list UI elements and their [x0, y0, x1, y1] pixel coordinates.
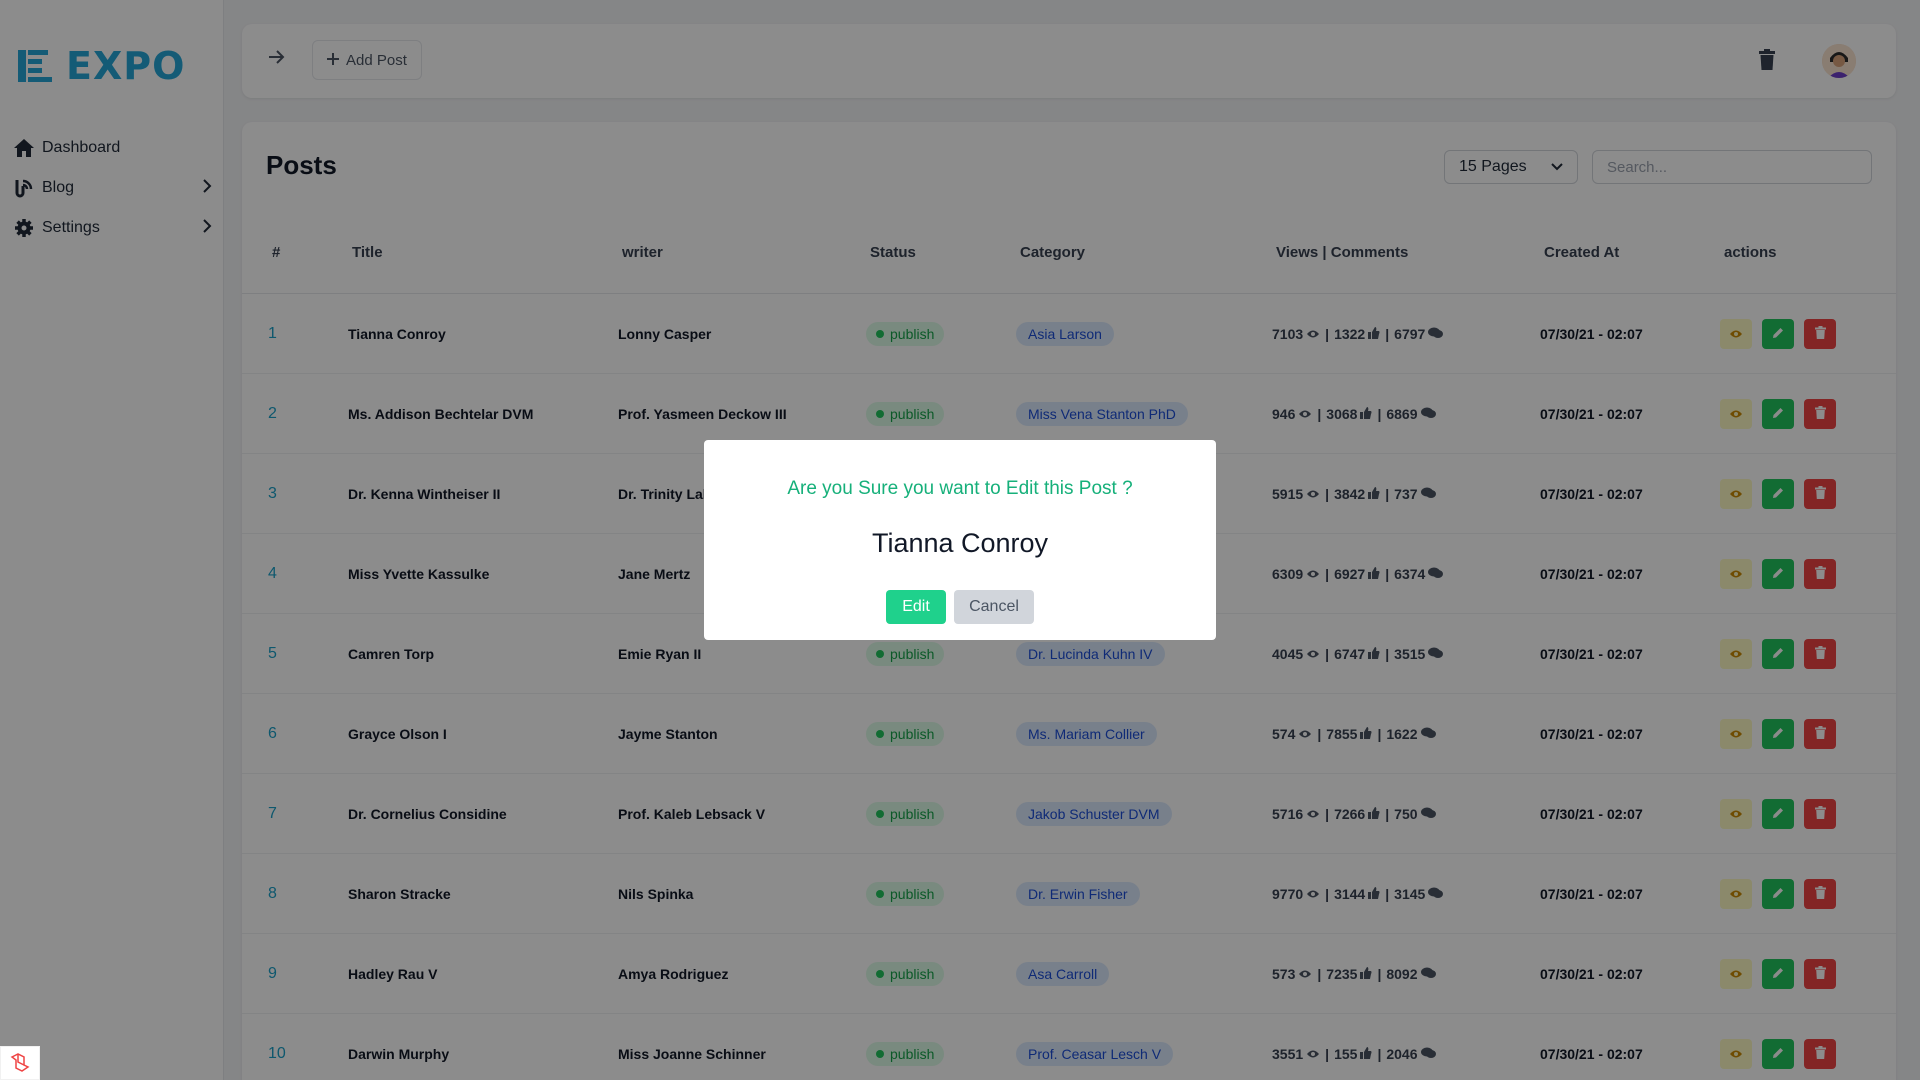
framework-logo-icon[interactable] [0, 1046, 40, 1080]
dialog-question: Are you Sure you want to Edit this Post … [787, 478, 1133, 499]
confirm-edit-dialog: Are you Sure you want to Edit this Post … [704, 440, 1216, 640]
modal-backdrop[interactable]: Are you Sure you want to Edit this Post … [0, 0, 1920, 1080]
cancel-button[interactable]: Cancel [954, 590, 1034, 624]
confirm-edit-button[interactable]: Edit [886, 590, 946, 624]
dialog-post-name: Tianna Conroy [871, 528, 1049, 558]
